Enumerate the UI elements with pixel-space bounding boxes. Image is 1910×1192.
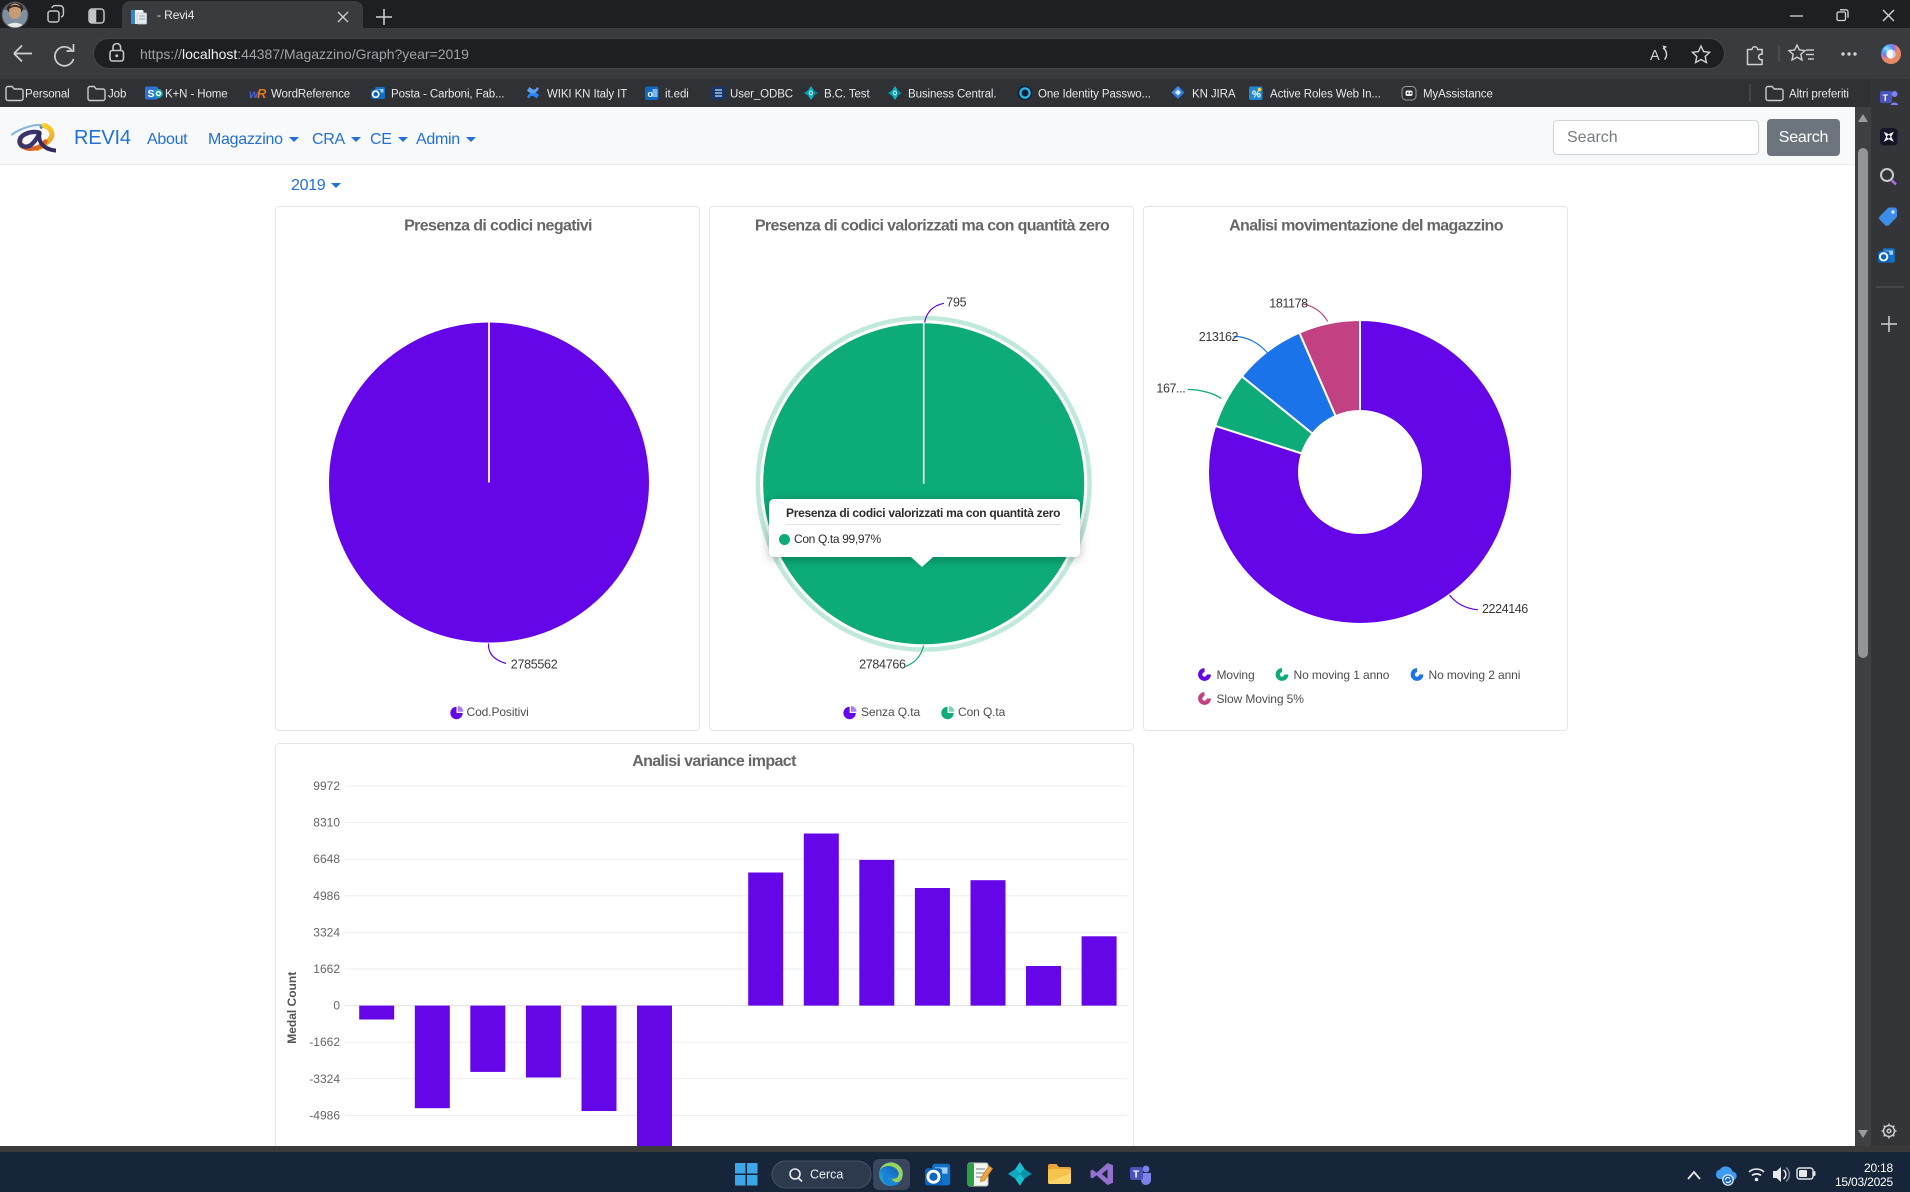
svg-text:Presenza di codici valorizzati: Presenza di codici valorizzati ma con qu… [755, 218, 1110, 235]
svg-text:R: R [257, 86, 267, 101]
svg-text:167...: 167... [1156, 382, 1185, 396]
svg-text:Moving: Moving [1217, 668, 1255, 682]
svg-text:T: T [1883, 93, 1889, 103]
svg-text:K+N - Home: K+N - Home [165, 89, 228, 101]
svg-text:9972: 9972 [313, 779, 340, 793]
svg-text:Personal: Personal [25, 89, 70, 101]
svg-text:0: 0 [333, 999, 340, 1013]
svg-text:One Identity Passwo...: One Identity Passwo... [1038, 89, 1151, 101]
svg-text:it.edi: it.edi [665, 89, 689, 101]
svg-text:3324: 3324 [313, 925, 340, 939]
svg-text:Job: Job [108, 89, 126, 101]
svg-text:2784766: 2784766 [859, 658, 906, 672]
svg-text:213162: 213162 [1199, 330, 1239, 344]
svg-text:2224146: 2224146 [1482, 602, 1528, 616]
svg-text:Active Roles Web In...: Active Roles Web In... [1270, 89, 1381, 101]
svg-text:Business Central.: Business Central. [908, 89, 996, 101]
svg-text:B.C. Test: B.C. Test [824, 89, 870, 101]
svg-text:KN JIRA: KN JIRA [1192, 89, 1236, 101]
svg-text:WIKI KN Italy IT: WIKI KN Italy IT [547, 89, 627, 101]
svg-text:Altri preferiti: Altri preferiti [1789, 89, 1849, 101]
svg-text:Presenza di codici negativi: Presenza di codici negativi [404, 218, 592, 235]
svg-text:T: T [1133, 1170, 1139, 1181]
svg-text:Cerca: Cerca [810, 1168, 843, 1182]
svg-text:795: 795 [946, 296, 966, 310]
svg-text:A: A [1650, 48, 1660, 64]
svg-text:Con Q.ta: Con Q.ta [958, 705, 1006, 719]
svg-text:-1662: -1662 [309, 1035, 340, 1049]
svg-text:6648: 6648 [313, 852, 340, 866]
svg-text:No moving 2 anni: No moving 2 anni [1429, 668, 1521, 682]
svg-text:1662: 1662 [313, 962, 340, 976]
svg-text:https://localhost:44387/Magazz: https://localhost:44387/Magazzino/Graph?… [140, 46, 469, 62]
svg-text:-4986: -4986 [309, 1108, 340, 1122]
svg-text:181178: 181178 [1269, 297, 1308, 311]
svg-text:2785562: 2785562 [511, 658, 558, 672]
svg-text:WordReference: WordReference [271, 89, 350, 101]
svg-text:Medal Count: Medal Count [285, 972, 299, 1044]
svg-text:User_ODBC: User_ODBC [730, 89, 793, 101]
svg-text:Slow Moving 5%: Slow Moving 5% [1217, 692, 1305, 706]
svg-text:No moving 1 anno: No moving 1 anno [1294, 668, 1390, 682]
svg-text:Posta - Carboni, Fab...: Posta - Carboni, Fab... [391, 89, 504, 101]
svg-text:MyAssistance: MyAssistance [1423, 89, 1493, 101]
svg-text:Analisi movimentazione del mag: Analisi movimentazione del magazzino [1229, 218, 1504, 235]
svg-text:8310: 8310 [313, 816, 340, 830]
svg-text:Senza Q.ta: Senza Q.ta [861, 705, 920, 719]
svg-text:4986: 4986 [313, 889, 340, 903]
svg-text:Cod.Positivi: Cod.Positivi [467, 705, 529, 719]
svg-text:S: S [148, 88, 155, 100]
svg-text:Analisi variance impact: Analisi variance impact [632, 753, 797, 770]
svg-text:-3324: -3324 [309, 1072, 340, 1086]
